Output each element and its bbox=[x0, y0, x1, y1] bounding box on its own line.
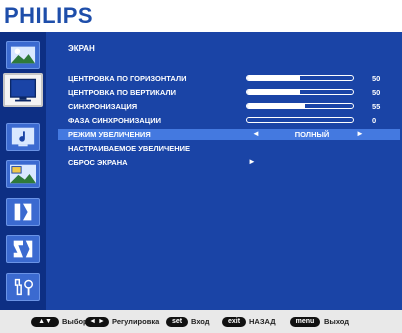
sidebar-item-advanced-option[interactable] bbox=[6, 273, 40, 301]
hint-text: Выбор bbox=[62, 317, 88, 326]
vertical-position-slider[interactable] bbox=[246, 89, 354, 95]
menu-item-label: НАСТРАИВАЕМОЕ УВЕЛИЧЕНИЕ bbox=[68, 144, 191, 153]
left-right-key-icon: ◄ ► bbox=[85, 317, 109, 327]
sidebar-item-screen[interactable] bbox=[3, 73, 43, 107]
set-key-icon: set bbox=[166, 317, 188, 327]
clock-slider[interactable] bbox=[246, 103, 354, 109]
footer-hints: ▲▼ Выбор ◄ ► Регулировка set Вход exit Н… bbox=[0, 310, 402, 333]
left-arrow-icon[interactable]: ◄ bbox=[252, 129, 260, 138]
menu-item-horizontal-position[interactable]: ЦЕНТРОВКА ПО ГОРИЗОНТАЛИ 50 bbox=[58, 73, 400, 84]
sidebar-item-pip[interactable] bbox=[6, 160, 40, 188]
menu-item-custom-zoom[interactable]: НАСТРАИВАЕМОЕ УВЕЛИЧЕНИЕ bbox=[58, 143, 400, 154]
audio-icon bbox=[11, 127, 35, 147]
menu-item-label: СИНХРОНИЗАЦИЯ bbox=[68, 102, 138, 111]
sidebar-item-configuration-2[interactable] bbox=[6, 235, 40, 263]
menu-item-label: ЦЕНТРОВКА ПО ВЕРТИКАЛИ bbox=[68, 88, 177, 97]
pip-icon bbox=[10, 164, 36, 184]
slider-fill bbox=[247, 90, 300, 94]
hint-text: Регулировка bbox=[112, 317, 160, 326]
slider-value: 50 bbox=[372, 88, 381, 97]
up-down-key-icon: ▲▼ bbox=[31, 317, 59, 327]
menu-item-label: ФАЗА СИНХРОНИЗАЦИИ bbox=[68, 116, 161, 125]
sidebar-item-audio[interactable] bbox=[6, 123, 40, 151]
screen-menu-panel: ЭКРАН ЦЕНТРОВКА ПО ГОРИЗОНТАЛИ 50 ЦЕНТРО… bbox=[46, 32, 402, 310]
sidebar-item-picture[interactable] bbox=[6, 41, 40, 69]
hint-text: НАЗАД bbox=[249, 317, 276, 326]
advanced-option-icon bbox=[14, 278, 34, 296]
slider-fill bbox=[247, 76, 300, 80]
menu-item-label: СБРОС ЭКРАНА bbox=[68, 158, 128, 167]
menu-title: ЭКРАН bbox=[68, 44, 95, 53]
sidebar-item-configuration-1[interactable] bbox=[6, 198, 40, 226]
menu-item-label: РЕЖИМ УВЕЛИЧЕНИЯ bbox=[68, 130, 151, 139]
menu-item-label: ЦЕНТРОВКА ПО ГОРИЗОНТАЛИ bbox=[68, 74, 187, 83]
right-arrow-icon[interactable]: ► bbox=[356, 129, 364, 138]
slider-value: 50 bbox=[372, 74, 381, 83]
slider-fill bbox=[247, 104, 306, 108]
horizontal-position-slider[interactable] bbox=[246, 75, 354, 81]
menu-item-clock[interactable]: СИНХРОНИЗАЦИЯ 55 bbox=[58, 101, 400, 112]
configuration-1-icon bbox=[14, 203, 32, 221]
menu-item-screen-reset[interactable]: СБРОС ЭКРАНА ► bbox=[58, 157, 400, 168]
menu-key-icon: menu bbox=[290, 317, 320, 327]
configuration-2-icon bbox=[13, 240, 33, 258]
hint-text: Вход bbox=[191, 317, 210, 326]
menu-item-vertical-position[interactable]: ЦЕНТРОВКА ПО ВЕРТИКАЛИ 50 bbox=[58, 87, 400, 98]
slider-value: 0 bbox=[372, 116, 377, 125]
hint-text: Выход bbox=[324, 317, 350, 326]
zoom-mode-value: ПОЛНЫЙ bbox=[294, 130, 330, 139]
menu-item-clock-phase[interactable]: ФАЗА СИНХРОНИЗАЦИИ 0 bbox=[58, 115, 400, 126]
screen-icon bbox=[9, 78, 37, 102]
exit-key-icon: exit bbox=[222, 317, 246, 327]
header-bar: PHILIPS bbox=[0, 0, 402, 32]
picture-icon bbox=[10, 46, 36, 64]
clock-phase-slider[interactable] bbox=[246, 117, 354, 123]
philips-logo: PHILIPS bbox=[4, 3, 94, 28]
sidebar bbox=[0, 32, 46, 310]
menu-item-zoom-mode[interactable]: РЕЖИМ УВЕЛИЧЕНИЯ ◄ ПОЛНЫЙ ► bbox=[58, 129, 400, 140]
slider-value: 55 bbox=[372, 102, 381, 111]
right-arrow-icon[interactable]: ► bbox=[248, 157, 256, 166]
